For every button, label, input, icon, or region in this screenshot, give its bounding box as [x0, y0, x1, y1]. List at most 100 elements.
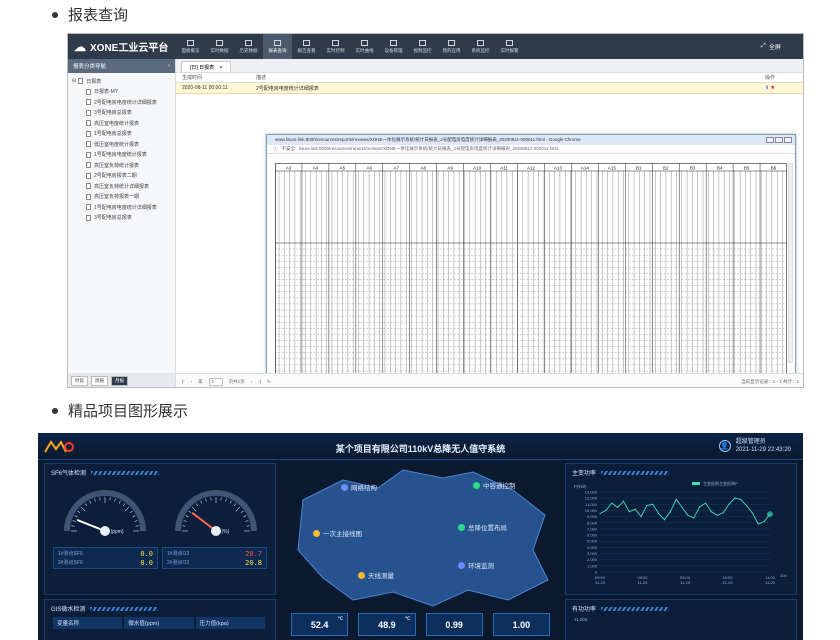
tab-strip: [日] 日报表 ×: [176, 59, 803, 73]
menu-item[interactable]: 历史数据: [234, 34, 263, 59]
refresh-icon[interactable]: ↻: [267, 379, 271, 385]
report-group-label: B6: [771, 166, 777, 171]
popup-urlbar[interactable]: ⓘ 不安全 lisure.link:8000/resources/reports…: [267, 145, 795, 154]
menu-item[interactable]: 实时数据: [205, 34, 234, 59]
tab-daily-report[interactable]: [日] 日报表 ×: [181, 61, 232, 72]
map-label[interactable]: 环境监测: [458, 560, 494, 570]
next-page-icon[interactable]: ›: [251, 379, 253, 384]
close-icon[interactable]: ×: [220, 65, 223, 71]
tree-item-label: 低压室电度统计报表: [94, 141, 140, 148]
data-point: [734, 497, 736, 499]
map-label[interactable]: 网络结构: [341, 482, 377, 492]
footer-tab-button[interactable]: 周报: [91, 376, 108, 386]
report-group-label: A15: [608, 166, 617, 171]
window-close-icon[interactable]: [784, 137, 792, 143]
menu-item[interactable]: 实时控制: [321, 34, 350, 59]
menu-item[interactable]: 设备管理: [379, 34, 408, 59]
footer-tab-button[interactable]: 月报: [111, 376, 128, 386]
tree-item[interactable]: 2号配电房电度统计详细报表: [72, 97, 171, 108]
bullet-label: 精品项目图形展示: [68, 403, 189, 420]
maximize-icon[interactable]: [775, 137, 783, 143]
window-buttons: [766, 137, 795, 143]
menu-item-icon: [419, 39, 426, 46]
prev-page-icon[interactable]: ‹: [191, 379, 193, 384]
ppm-gauge-dial: [63, 490, 146, 536]
tree-item-label: 3号配电房总报表: [94, 215, 132, 222]
y-tick-label: 10,000: [585, 508, 598, 513]
minus-icon[interactable]: ⊟: [72, 78, 76, 84]
collapse-icon[interactable]: ‹: [168, 63, 170, 69]
map-label[interactable]: 一次主接线图: [313, 528, 362, 538]
menu-item[interactable]: 报表查询: [263, 34, 292, 59]
page-input[interactable]: 1: [208, 377, 223, 386]
menu-item-icon: [245, 39, 252, 46]
footer-tab-button[interactable]: 时段: [71, 376, 88, 386]
tree-item[interactable]: 2号配电房报表二期: [72, 171, 171, 182]
tree-item[interactable]: 高压室负荷统计详细报表: [72, 181, 171, 192]
download-icon[interactable]: ⬇: [765, 85, 769, 91]
tree-item[interactable]: 高压室负荷报表一期: [72, 192, 171, 203]
menu-item-label: 报表查询: [268, 47, 287, 53]
power-title: 主变功率: [572, 471, 597, 477]
map-label[interactable]: 天线测量: [358, 570, 394, 580]
fullscreen-button[interactable]: ⤢ 全屏: [761, 42, 803, 51]
first-page-icon[interactable]: |‹: [182, 379, 185, 384]
menu-item[interactable]: 我的应用: [437, 34, 466, 59]
kpi-tile: 1.00: [492, 613, 550, 636]
report-group-label: A8: [420, 166, 426, 171]
file-icon: [86, 130, 91, 137]
map-label[interactable]: 总降位置布局: [458, 522, 507, 532]
tree-item[interactable]: 低压室电度统计报表: [72, 139, 171, 150]
file-icon: [86, 141, 91, 148]
delete-icon[interactable]: ✖: [771, 85, 775, 91]
file-icon: [86, 162, 91, 169]
report-app-screenshot: ☁ XONE工业云平台 面板概览 实时数据 历史数据 报表查询 报告查看 实时控制 实时曲线…: [67, 33, 804, 388]
tree-item-label: 1号配电房电度统计报表: [94, 152, 147, 159]
menu-item[interactable]: 视频监控: [408, 34, 437, 59]
report-group-label: A3: [286, 166, 292, 171]
tree-item-label: 3号配电房总报表: [94, 110, 132, 117]
menu-item[interactable]: 报告查看: [292, 34, 321, 59]
tree-item[interactable]: 1号配电房电度统计报表: [72, 150, 171, 161]
stripe-decoration: [601, 470, 670, 475]
tree-item[interactable]: 高压室电度统计报表: [72, 118, 171, 129]
map-label[interactable]: 中容通控制: [473, 480, 516, 490]
y-tick-label: 3,000: [587, 551, 598, 556]
popup-scrollbar[interactable]: [788, 163, 793, 363]
location-pin-icon: [313, 529, 320, 537]
menu-item[interactable]: 实时报警: [495, 34, 524, 59]
data-point: [722, 512, 724, 514]
menu-item[interactable]: 系统监控: [466, 34, 495, 59]
tree-item[interactable]: 3号配电房总报表: [72, 108, 171, 119]
last-page-icon[interactable]: ›|: [258, 379, 261, 384]
data-point: [605, 509, 607, 512]
location-pin-icon: [458, 561, 465, 569]
minimize-icon[interactable]: [766, 137, 774, 143]
user-info[interactable]: 👤 超级管理员 2021-11-29 22:43:20: [718, 438, 791, 454]
data-point: [745, 504, 748, 507]
active-power-panel: 有功功率 11,000: [565, 599, 797, 640]
user-avatar-icon[interactable]: 👤: [718, 440, 731, 452]
security-label: 不安全: [281, 146, 296, 151]
tree-item[interactable]: 1号配电房总报表: [72, 129, 171, 140]
tree-item[interactable]: 3号配电房总报表: [72, 213, 171, 224]
tree-item[interactable]: 日报表-MY: [72, 87, 171, 98]
content-area: [日] 日报表 × 生成时间 描述 操作 2020-08-11 00:00:11…: [176, 59, 803, 387]
tree-item-label: 1号配电房总报表: [94, 131, 132, 138]
tree-item-label: 高压室负荷统计详细报表: [94, 183, 150, 190]
menu-item[interactable]: 面板概览: [176, 34, 205, 59]
tree-item[interactable]: 1号配电房电度统计详细报表: [72, 202, 171, 213]
menu-item-icon: [477, 39, 484, 46]
location-pin-icon: [458, 523, 465, 531]
kpi-value: 0.99: [445, 619, 463, 630]
menu-item-icon: [216, 39, 223, 46]
data-point: [704, 502, 707, 504]
y-tick-label: 6,000: [587, 533, 598, 538]
data-point: [728, 503, 730, 505]
tree-item-label: 日报表-MY: [94, 89, 119, 96]
tree-root[interactable]: ⊟ 日报表: [72, 76, 171, 87]
table-row[interactable]: 2020-08-11 00:00:11 2号配电房电度统计详细报表 ⬇ ✖: [176, 83, 803, 94]
tree-item[interactable]: 高压室负荷统计报表: [72, 160, 171, 171]
menu-item[interactable]: 实时曲线: [350, 34, 379, 59]
gis-col-water: 微水值(ppm): [124, 617, 194, 629]
